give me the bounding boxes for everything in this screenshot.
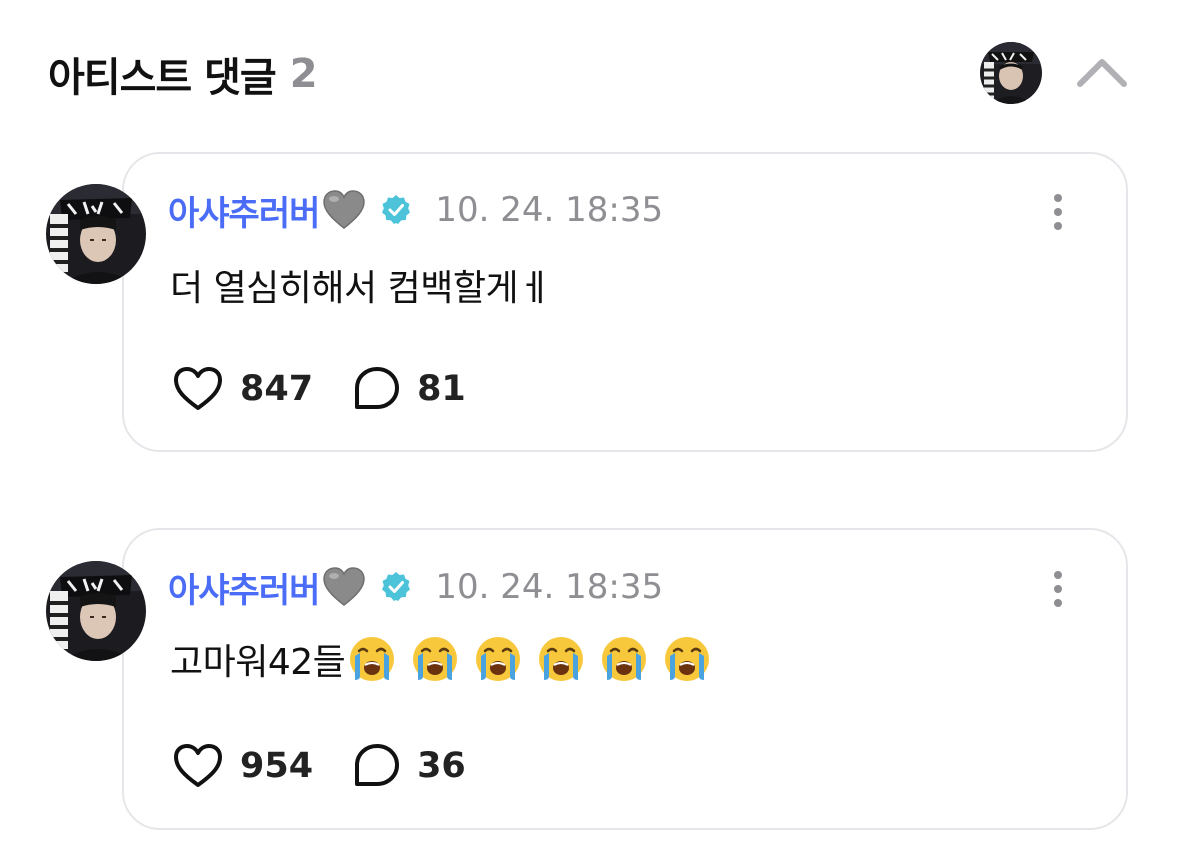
grey-heart-icon	[323, 190, 366, 229]
artist-avatar[interactable]	[980, 42, 1042, 104]
author-avatar[interactable]	[46, 561, 146, 661]
verified-badge-icon	[382, 572, 411, 601]
comment-text: 더 열심히해서 컴백할게ㅔ	[170, 268, 551, 309]
like-button[interactable]: 954	[172, 743, 313, 789]
grey-heart-icon	[323, 567, 366, 606]
comment-actions: 847 81	[172, 364, 466, 414]
like-count: 847	[240, 369, 314, 409]
author-avatar[interactable]	[46, 184, 146, 284]
author-name[interactable]: 아샤추러버	[168, 186, 320, 235]
author-name[interactable]: 아샤추러버	[168, 563, 320, 612]
more-options-icon[interactable]	[1048, 567, 1068, 611]
verified-badge-icon	[382, 195, 411, 224]
emoji-row	[347, 634, 725, 684]
crying-face-emoji-icon	[413, 637, 458, 681]
reply-count: 81	[417, 369, 466, 409]
crying-face-emoji-icon	[350, 637, 395, 681]
speech-bubble-icon	[355, 367, 400, 409]
comment-text: 고마워42들	[170, 642, 346, 683]
section-header: 아티스트 댓글 2	[48, 48, 318, 101]
comment-meta: 아샤추러버 10. 24. 18:35	[168, 563, 663, 611]
heart-outline-icon	[174, 367, 222, 410]
collapse-chevron-up-icon[interactable]	[1074, 52, 1130, 92]
crying-face-emoji-icon	[539, 637, 584, 681]
comment-meta: 아샤추러버 10. 24. 18:35	[168, 186, 663, 234]
reply-button[interactable]: 81	[353, 365, 466, 413]
crying-face-emoji-icon	[602, 637, 647, 681]
crying-face-emoji-icon	[476, 637, 521, 681]
reply-count: 36	[417, 746, 466, 786]
crying-face-emoji-icon	[665, 637, 710, 681]
timestamp: 10. 24. 18:35	[435, 190, 664, 230]
comment-body: 더 열심히해서 컴백할게ㅔ	[170, 260, 551, 310]
more-options-icon[interactable]	[1048, 190, 1068, 234]
speech-bubble-icon	[355, 744, 400, 786]
like-button[interactable]: 847	[172, 366, 313, 412]
comment-count: 2	[289, 51, 318, 97]
section-title: 아티스트 댓글	[48, 55, 277, 101]
comment-body: 고마워42들	[170, 634, 725, 684]
heart-outline-icon	[174, 744, 222, 787]
comment-actions: 954 36	[172, 741, 466, 791]
timestamp: 10. 24. 18:35	[435, 567, 664, 607]
like-count: 954	[240, 746, 314, 786]
reply-button[interactable]: 36	[353, 742, 466, 790]
